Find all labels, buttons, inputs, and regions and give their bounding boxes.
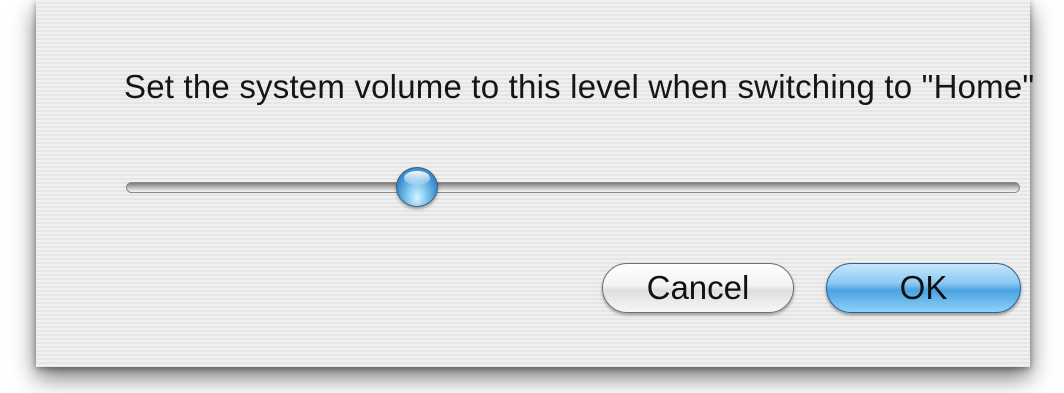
cancel-button[interactable]: Cancel <box>602 263 794 313</box>
slider-thumb[interactable] <box>395 167 438 207</box>
volume-dialog: Set the system volume to this level when… <box>36 0 1034 367</box>
ok-button[interactable]: OK <box>826 263 1021 313</box>
slider-track[interactable] <box>126 182 1020 193</box>
volume-slider[interactable] <box>126 167 1020 207</box>
dialog-message: Set the system volume to this level when… <box>124 68 1035 105</box>
